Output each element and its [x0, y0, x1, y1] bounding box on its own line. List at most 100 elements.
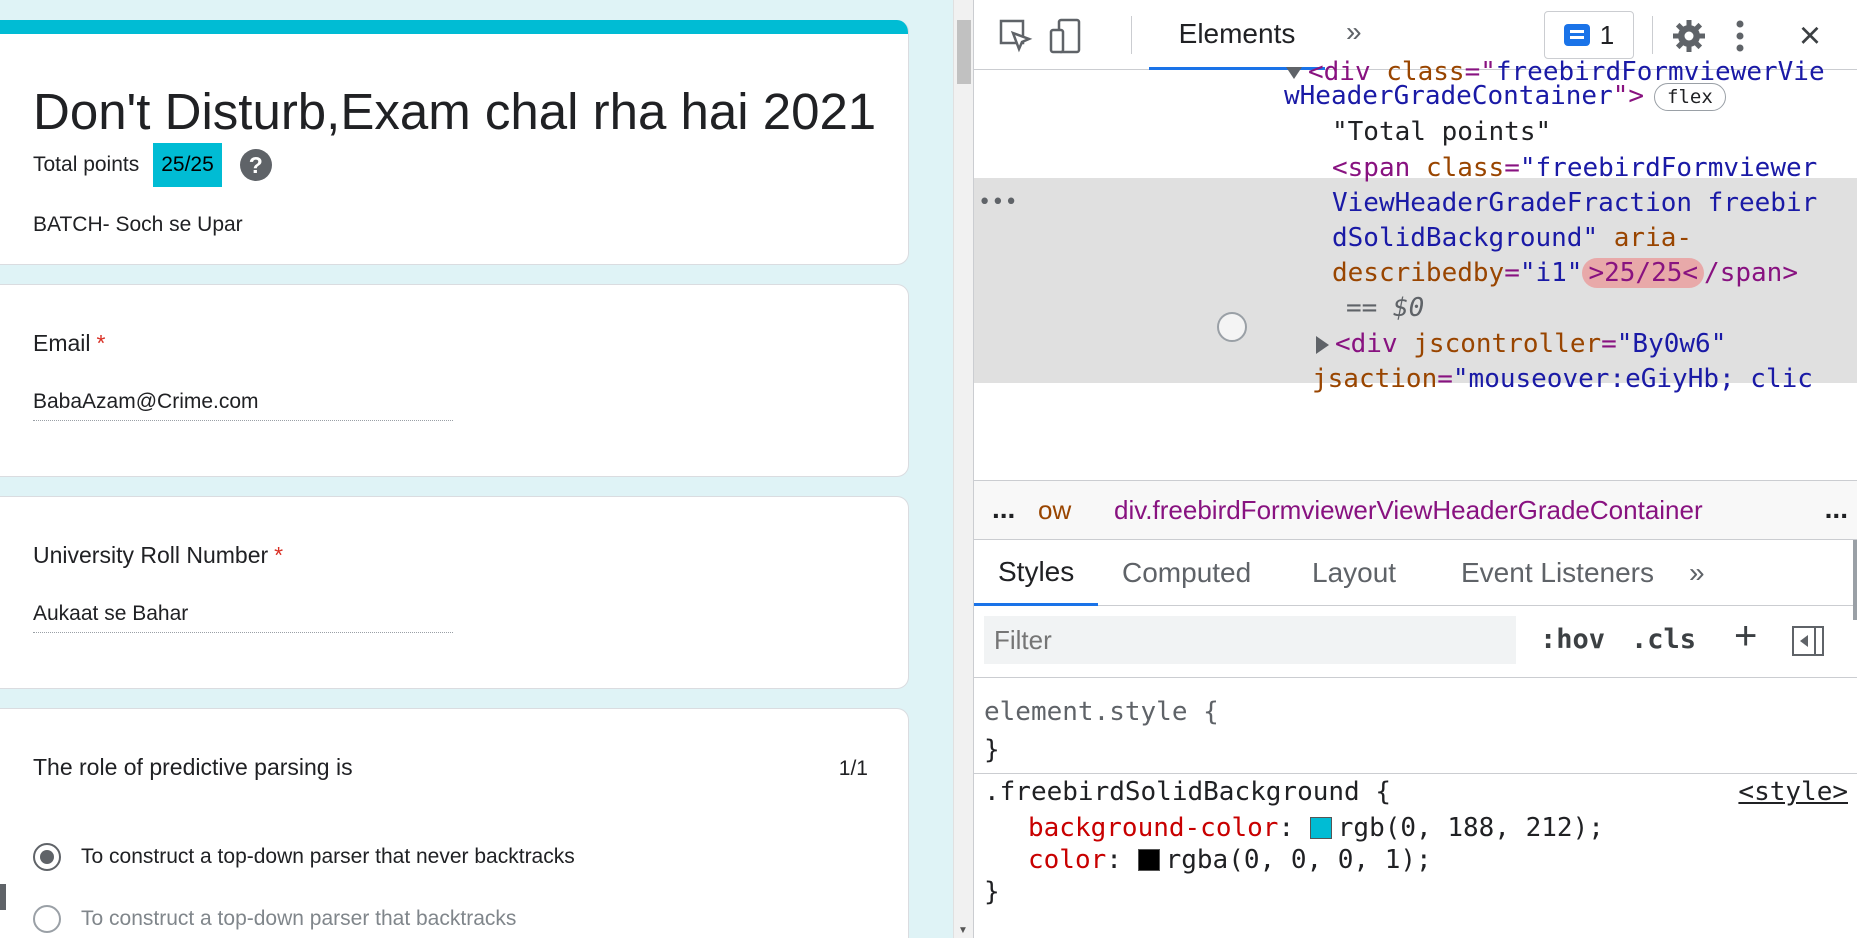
hover-state-toggle[interactable]: :hov [1540, 624, 1605, 655]
form-title: Don't Disturb,Exam chal rha hai 2021 [33, 83, 877, 140]
roll-number-answer: Aukaat se Bahar [33, 602, 453, 633]
breadcrumb-item-current[interactable]: div.freebirdFormviewerViewHeaderGradeCon… [1114, 495, 1703, 526]
question-card-email: Email * BabaAzam@Crime.com [0, 284, 909, 477]
radio-unselected-icon[interactable] [33, 905, 61, 933]
question-title: Email [33, 330, 91, 356]
styles-filter-bar: :hov .cls + [974, 606, 1857, 678]
radio-selected-icon[interactable] [33, 843, 61, 871]
radio-option-1[interactable]: To construct a top-down parser that neve… [33, 843, 575, 871]
toggle-sidebar-icon[interactable] [1792, 626, 1824, 656]
grade-badge: 25/25 [153, 143, 222, 187]
color-swatch[interactable] [1137, 849, 1160, 871]
dom-attr: describedby [1332, 258, 1505, 288]
dom-attr: jsaction [1312, 364, 1438, 394]
dom-tag: /span> [1704, 258, 1798, 288]
question-title: University Roll Number [33, 542, 269, 568]
node-actions-icon[interactable]: ••• [978, 182, 1018, 223]
breadcrumb: ... ow div.freebirdFormviewerViewHeaderG… [974, 480, 1857, 540]
question-card-predictive-parsing: The role of predictive parsing is 1/1 To… [0, 708, 909, 938]
scroll-down-arrow-icon[interactable]: ▼ [958, 925, 968, 936]
color-swatch[interactable] [1309, 817, 1332, 839]
scrollbar-thumb[interactable] [957, 20, 971, 84]
total-points-row: Total points 25/25 ? [33, 143, 272, 187]
dom-attr-value: "freebirdFormviewer [1519, 153, 1818, 183]
help-icon[interactable]: ? [239, 149, 272, 181]
tab-styles[interactable]: Styles [974, 540, 1099, 606]
question-label: Email * [33, 330, 105, 357]
devtools-panel: Elements » 1 × ••• <div class="freebirdF… [973, 0, 1857, 938]
tab-computed[interactable]: Computed [1122, 540, 1251, 606]
styles-pane: element.style { } .freebirdSolidBackgrou… [974, 678, 1857, 938]
tab-event-listeners[interactable]: Event Listeners [1461, 540, 1654, 606]
breadcrumb-item-prev[interactable]: ow [1038, 495, 1071, 526]
dom-tag-close: > [1628, 81, 1645, 111]
dom-attr-value: dSolidBackground" [1332, 223, 1599, 253]
question-title: The role of predictive parsing is [33, 754, 353, 780]
dom-line-div-open-cont[interactable]: wHeaderGradeContainer"> flex [1284, 76, 1726, 117]
more-subtabs-icon[interactable]: » [1689, 540, 1705, 606]
dom-tree: ••• <div class="freebirdFormviewerVie wH… [974, 57, 1857, 480]
css-value: rgba(0, 0, 0, 1); [1165, 845, 1432, 875]
element-style-open: element.style { [984, 697, 1219, 727]
dom-attr-value: "By0w6" [1616, 329, 1727, 359]
issues-icon [1563, 24, 1590, 46]
breadcrumb-scroll-right[interactable]: ... [1825, 493, 1848, 525]
style-declaration-color[interactable]: color: rgba(0, 0, 0, 1); [1028, 842, 1432, 878]
rule-close: } [984, 877, 1000, 907]
dom-attr: jscontroller [1413, 329, 1602, 359]
gear-icon[interactable] [1671, 18, 1707, 54]
page-scrollbar[interactable]: ▼ [953, 0, 973, 938]
form-pane: Don't Disturb,Exam chal rha hai 2021 Tot… [0, 0, 953, 938]
style-source-link[interactable]: <style> [1738, 774, 1848, 810]
new-style-rule-button[interactable]: + [1734, 614, 1757, 659]
kebab-menu-icon[interactable] [1722, 18, 1758, 54]
option-label: To construct a top-down parser that back… [81, 907, 517, 930]
css-value: rgb(0, 188, 212); [1337, 813, 1604, 843]
styles-subtabs: Styles Computed Layout Event Listeners » [974, 540, 1857, 606]
inspect-element-icon[interactable] [998, 18, 1034, 54]
element-style-selector[interactable]: element.style { [984, 694, 1219, 730]
required-asterisk: * [274, 542, 284, 568]
dom-tag: <span [1332, 153, 1411, 183]
console-ref-badge: == $0 [1346, 293, 1425, 323]
issues-count: 1 [1599, 19, 1615, 50]
question-card-roll-number: University Roll Number * Aukaat se Bahar [0, 496, 909, 689]
device-toolbar-icon[interactable] [1048, 18, 1084, 54]
required-asterisk: * [96, 330, 106, 356]
dom-line-div2-cont[interactable]: jsaction="mouseover:eGiyHb; clic [1312, 359, 1813, 400]
total-points-label: Total points [33, 153, 140, 176]
radio-option-2[interactable]: To construct a top-down parser that back… [33, 905, 516, 933]
toolbar-divider [1131, 16, 1132, 54]
dom-attr: class [1425, 153, 1505, 183]
flex-badge[interactable]: flex [1654, 82, 1726, 111]
question-label: University Roll Number * [33, 542, 283, 569]
mouse-cursor-indicator [1217, 312, 1247, 342]
dom-attr-value: wHeaderGradeContainer [1284, 81, 1613, 111]
toolbar-divider [1652, 16, 1653, 54]
rule-selector[interactable]: .freebirdSolidBackground { [984, 774, 1391, 810]
panel-resize-handle[interactable] [1853, 540, 1857, 620]
close-icon[interactable]: × [1792, 15, 1828, 57]
class-toggle[interactable]: .cls [1631, 624, 1696, 655]
style-declaration-background-color[interactable]: background-color: rgb(0, 188, 212); [1028, 810, 1604, 846]
left-edge-marker [0, 884, 6, 910]
form-description: BATCH- Soch se Upar [33, 213, 243, 236]
question-points: 1/1 [838, 757, 868, 780]
dom-attr: aria- [1613, 223, 1693, 253]
tab-layout[interactable]: Layout [1312, 540, 1396, 606]
dom-attr-value: "mouseover:eGiyHb; clic [1452, 364, 1813, 394]
option-label: To construct a top-down parser that neve… [81, 845, 575, 868]
css-property: color [1028, 845, 1107, 875]
dom-tag: <div [1335, 329, 1398, 359]
css-property: background-color [1028, 813, 1279, 843]
styles-filter-input[interactable] [984, 616, 1516, 664]
breadcrumb-scroll-left[interactable]: ... [992, 493, 1015, 525]
expand-arrow-icon[interactable] [1316, 335, 1329, 354]
form-accent-bar [0, 20, 908, 34]
email-answer: BabaAzam@Crime.com [33, 390, 453, 421]
form-header-card: Don't Disturb,Exam chal rha hai 2021 Tot… [0, 20, 909, 265]
dom-attr-value: ViewHeaderGradeFraction freebir [1332, 188, 1818, 218]
highlighted-text-node[interactable]: >25/25< [1582, 258, 1705, 288]
more-tabs-icon[interactable]: » [1346, 16, 1362, 48]
dom-text-node[interactable]: "Total points" [1332, 112, 1551, 153]
